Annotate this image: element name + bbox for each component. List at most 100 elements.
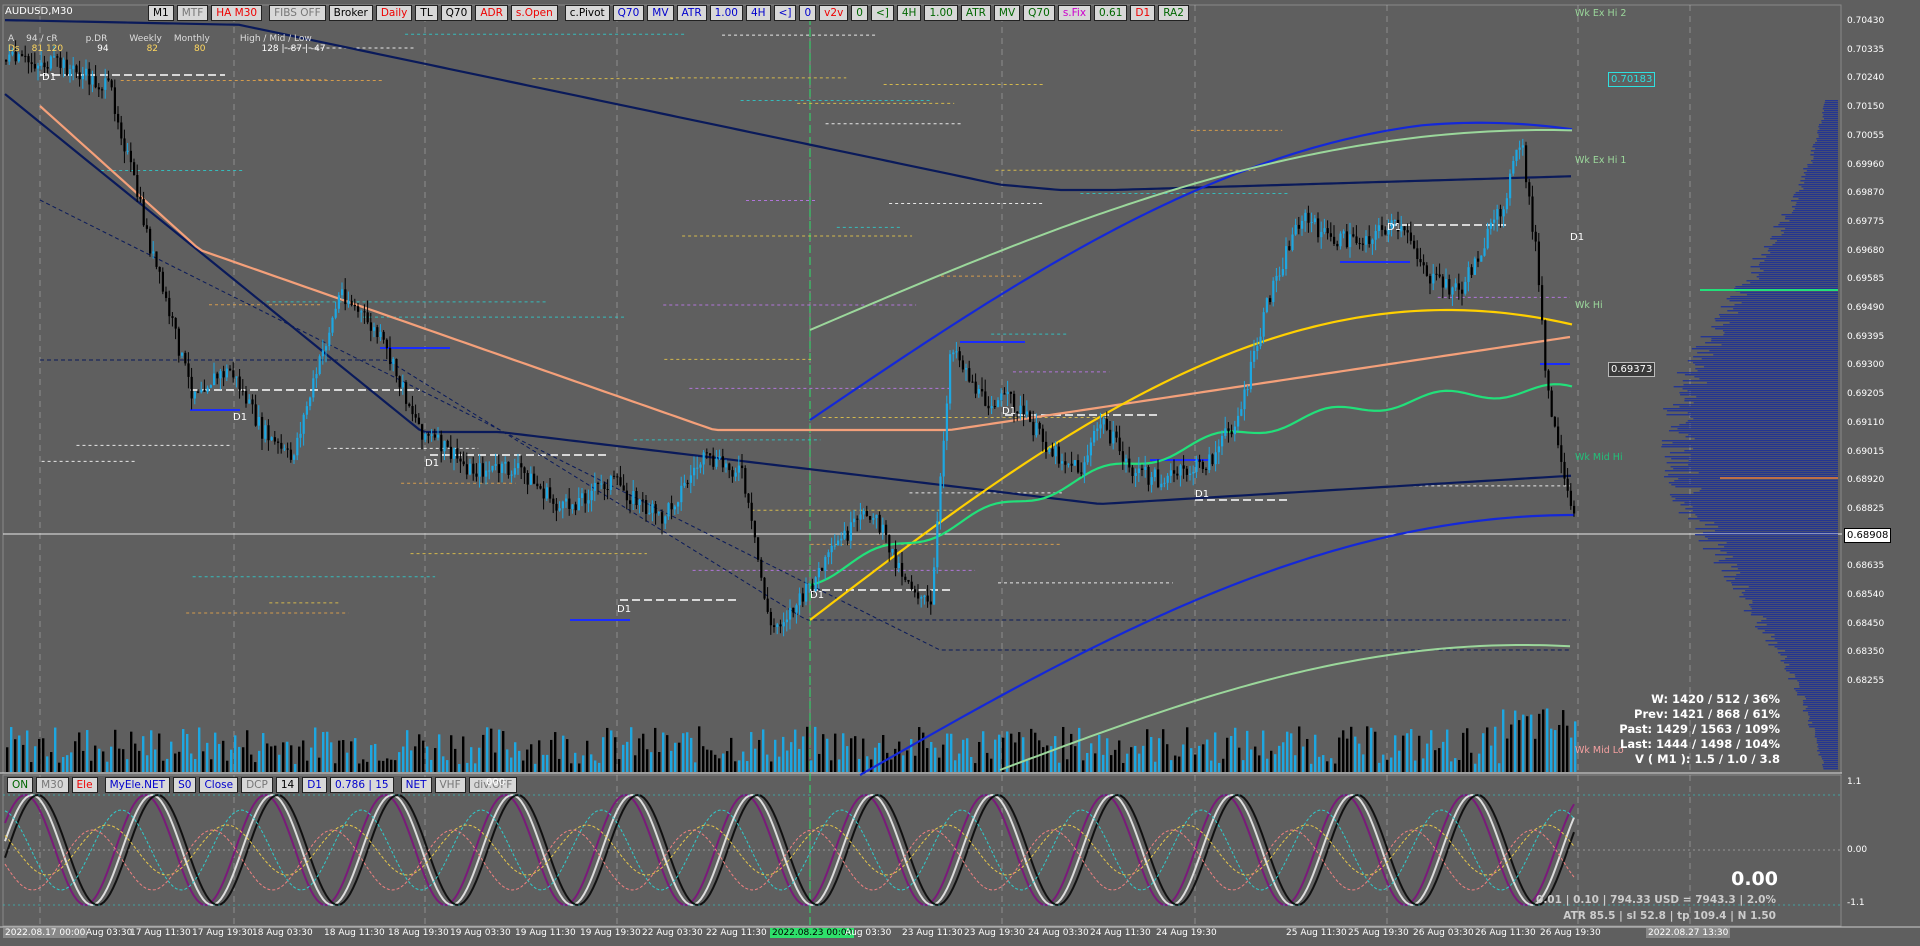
candle-body (433, 434, 436, 438)
volume-profile-bar (1784, 662, 1838, 664)
volume-profile-bar (1771, 636, 1838, 638)
indicator-button-4[interactable]: S0 (173, 777, 197, 793)
volume-profile-bar (1775, 242, 1838, 244)
volume-bar (1210, 760, 1213, 772)
chart-area[interactable]: D1 D1 D1 D1 D1 D1 D1 D1 D1 (0, 0, 1920, 946)
volume-bar (558, 758, 561, 772)
indicator-button-1[interactable]: M30 (36, 777, 69, 793)
indicator-button-7[interactable]: 14 (275, 777, 300, 793)
toolbar-button-23[interactable]: ATR (960, 5, 991, 21)
toolbar-button-22[interactable]: 1.00 (924, 5, 958, 21)
toolbar-button-21[interactable]: 4H (896, 5, 922, 21)
volume-profile-bar (1801, 176, 1838, 178)
volume-profile-bar (1750, 266, 1838, 268)
stats-last: Last: 1444 / 1498 / 104% (1620, 737, 1780, 751)
candle-body (149, 228, 152, 254)
toolbar-button-3[interactable]: FIBS OFF (269, 5, 326, 21)
indicator-button-8[interactable]: D1 (302, 777, 327, 793)
toolbar-button-5[interactable]: Daily (375, 5, 413, 21)
volume-bar (330, 742, 333, 772)
candle-body (1406, 230, 1409, 233)
candle-body (965, 368, 968, 370)
candle-body (1457, 283, 1460, 290)
volume-profile-bar (1678, 432, 1838, 434)
toolbar-button-11[interactable]: Q70 (612, 5, 645, 21)
toolbar-button-15[interactable]: 4H (746, 5, 771, 21)
toolbar-button-16[interactable]: <] (773, 5, 797, 21)
indicator-button-2[interactable]: Ele (71, 777, 98, 793)
candle-body (1240, 409, 1243, 416)
candle-body (757, 537, 760, 560)
indicator-button-0[interactable]: ON (7, 777, 34, 793)
candle-body (1144, 466, 1147, 470)
volume-bar (1466, 728, 1469, 772)
volume-bar (850, 738, 853, 772)
toolbar-button-2[interactable]: HA M30 (211, 5, 263, 21)
volume-profile-bar (1672, 442, 1838, 444)
candle-body (1214, 452, 1217, 465)
indicator-button-3[interactable]: MyEle.NET (104, 777, 171, 793)
candle-body (728, 463, 731, 471)
toolbar-button-10[interactable]: c.Pivot (564, 5, 610, 21)
volume-profile-bar (1802, 700, 1838, 702)
toolbar-button-24[interactable]: MV (993, 5, 1021, 21)
volume-bar (1234, 727, 1237, 772)
toolbar-button-18[interactable]: v2v (819, 5, 849, 21)
toolbar-button-26[interactable]: s.Fix (1057, 5, 1092, 21)
volume-profile-bar (1691, 348, 1838, 350)
volume-bar (98, 748, 101, 772)
candle-body (1003, 393, 1006, 395)
toolbar-button-17[interactable]: 0 (799, 5, 817, 21)
indicator-button-11[interactable]: VHF (434, 777, 466, 793)
toolbar-button-7[interactable]: Q70 (440, 5, 473, 21)
toolbar-button-4[interactable]: Broker (328, 5, 373, 21)
indicator-button-5[interactable]: Close (199, 777, 239, 793)
candle-body (1336, 243, 1339, 247)
price-chart[interactable]: D1 D1 D1 D1 D1 D1 D1 D1 D1 (0, 0, 1920, 946)
candle-body (507, 461, 510, 475)
toolbar-button-28[interactable]: D1 (1130, 5, 1156, 21)
volume-bar (110, 746, 113, 772)
volume-profile-bar (1668, 430, 1838, 432)
toolbar-button-25[interactable]: Q70 (1023, 5, 1055, 21)
candle-body (641, 499, 644, 501)
candle-body (725, 463, 728, 468)
toolbar-button-27[interactable]: 0.61 (1094, 5, 1128, 21)
toolbar-button-6[interactable]: TL (415, 5, 438, 21)
volume-bar (662, 732, 665, 772)
toolbar-button-12[interactable]: MV (647, 5, 674, 21)
toolbar-button-8[interactable]: ADR (475, 5, 508, 21)
candle-body (805, 583, 808, 602)
candle-body (302, 414, 305, 434)
indicator-button-6[interactable]: DCP (241, 777, 273, 793)
toolbar-button-29[interactable]: RA2 (1158, 5, 1189, 21)
toolbar-button-19[interactable]: 0 (851, 5, 868, 21)
candle-body (984, 391, 987, 406)
candle-body (318, 356, 321, 375)
indicator-button-9[interactable]: 0.786 | 15 (329, 777, 394, 793)
toolbar-button-9[interactable]: s.Open (510, 5, 558, 21)
volume-profile-bar (1688, 434, 1838, 436)
volume-bar (206, 742, 209, 772)
toolbar-button-0[interactable]: M1 (148, 5, 174, 21)
volume-bar (1170, 760, 1173, 772)
volume-profile-bar (1793, 688, 1838, 690)
candle-body (209, 385, 212, 388)
candle-body (1061, 461, 1064, 464)
candle-body (341, 289, 344, 296)
toolbar-button-20[interactable]: <] (870, 5, 894, 21)
volume-bar (1334, 763, 1337, 772)
volume-bar (734, 761, 737, 772)
volume-profile-bar (1792, 196, 1838, 198)
toolbar-button-1[interactable]: MTF (176, 5, 209, 21)
toolbar-button-13[interactable]: ATR (676, 5, 707, 21)
volume-bar (1162, 729, 1165, 772)
indicator-button-10[interactable]: NET (400, 777, 432, 793)
volume-profile-bar (1705, 342, 1838, 344)
candle-body (1326, 228, 1329, 234)
volume-profile-bar (1751, 612, 1838, 614)
volume-bar (1302, 746, 1305, 772)
toolbar-button-14[interactable]: 1.00 (709, 5, 743, 21)
volume-bar (602, 737, 605, 772)
volume-bar (1342, 730, 1345, 772)
